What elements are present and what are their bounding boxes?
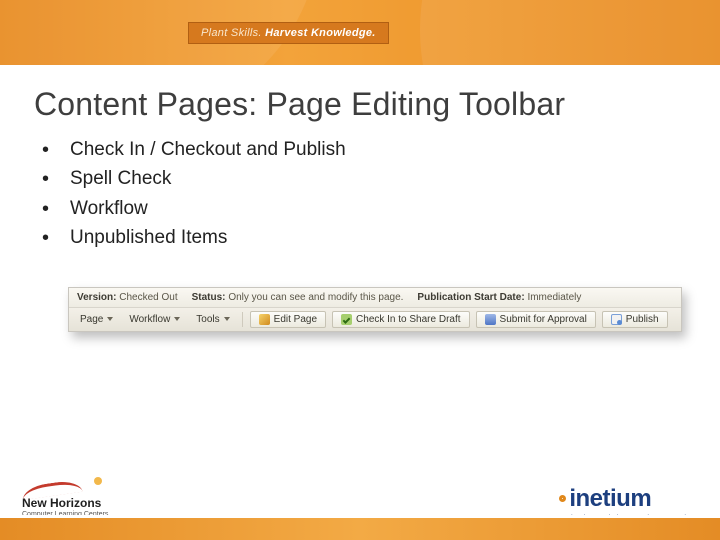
list-item: Workflow — [42, 194, 720, 223]
menu-tools-label: Tools — [196, 314, 219, 325]
publish-button[interactable]: Publish — [602, 311, 668, 328]
menu-page[interactable]: Page — [75, 311, 118, 328]
status-value: Only you can see and modify this page. — [228, 292, 403, 303]
inetium-word: inetium — [559, 485, 694, 513]
status-label: Status: — [192, 292, 226, 303]
edit-page-label: Edit Page — [274, 314, 317, 325]
publish-icon — [611, 314, 622, 325]
menu-page-label: Page — [80, 314, 103, 325]
checkin-icon — [341, 314, 352, 325]
submit-approval-button[interactable]: Submit for Approval — [476, 311, 596, 328]
checkin-label: Check In to Share Draft — [356, 314, 461, 325]
list-item: Spell Check — [42, 164, 720, 193]
toolbar-status-row: Version: Checked Out Status: Only you ca… — [69, 288, 681, 308]
pubdate-group: Publication Start Date: Immediately — [417, 292, 581, 303]
ring-icon — [559, 495, 566, 502]
chevron-down-icon — [224, 317, 230, 321]
tagline-badge: Plant Skills. Harvest Knowledge. — [188, 22, 389, 44]
bullet-list: Check In / Checkout and Publish Spell Ch… — [42, 135, 720, 253]
swoosh-icon — [22, 475, 108, 495]
inetium-text: inetium — [569, 485, 651, 513]
page-title: Content Pages: Page Editing Toolbar — [34, 86, 720, 123]
toolbar-action-row: Page Workflow Tools Edit Page Check In t… — [69, 308, 681, 331]
footer-strip — [0, 518, 720, 540]
edit-icon — [259, 314, 270, 325]
tagline-plain: Plant Skills. — [201, 27, 262, 39]
version-value: Checked Out — [119, 292, 177, 303]
version-label: Version: — [77, 292, 116, 303]
editing-toolbar: Version: Checked Out Status: Only you ca… — [68, 287, 682, 332]
submit-icon — [485, 314, 496, 325]
edit-page-button[interactable]: Edit Page — [250, 311, 326, 328]
checkin-button[interactable]: Check In to Share Draft — [332, 311, 470, 328]
tagline-bold: Harvest Knowledge. — [265, 27, 376, 39]
menu-tools[interactable]: Tools — [191, 311, 234, 328]
banner-divider — [0, 65, 720, 68]
publish-label: Publish — [626, 314, 659, 325]
pubdate-label: Publication Start Date: — [417, 292, 524, 303]
menu-workflow-label: Workflow — [129, 314, 170, 325]
submit-label: Submit for Approval — [500, 314, 587, 325]
header-banner: Plant Skills. Harvest Knowledge. — [0, 0, 720, 68]
chevron-down-icon — [174, 317, 180, 321]
menu-workflow[interactable]: Workflow — [124, 311, 185, 328]
version-group: Version: Checked Out — [77, 292, 178, 303]
nh-brand: New Horizons — [22, 497, 108, 510]
footer: New Horizons Computer Learning Centers O… — [0, 464, 720, 540]
toolbar-separator — [242, 312, 243, 327]
list-item: Check In / Checkout and Publish — [42, 135, 720, 164]
list-item: Unpublished Items — [42, 223, 720, 252]
chevron-down-icon — [107, 317, 113, 321]
pubdate-value: Immediately — [527, 292, 581, 303]
status-group: Status: Only you can see and modify this… — [192, 292, 404, 303]
